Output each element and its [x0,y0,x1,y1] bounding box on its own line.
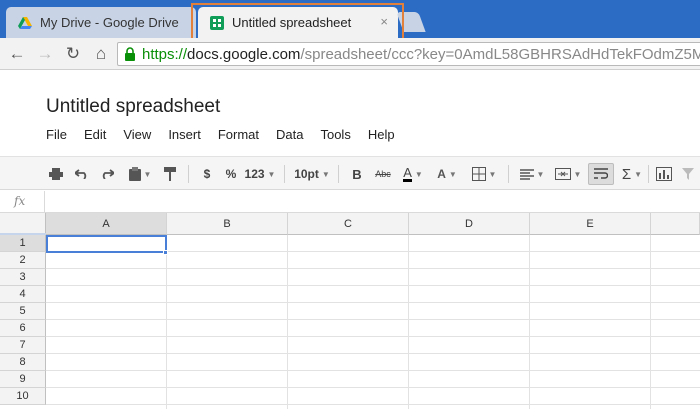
formula-bar: fx [0,191,700,213]
url-bar[interactable]: https:// docs.google.com /spreadsheet/cc… [117,42,700,66]
formatting-toolbar: ▼ $ % 123 ▼ 10pt ▼ B Abc A ▼ A ▼ ▼ ▼ ▼ Σ ▼ [0,156,700,190]
align-left-icon[interactable]: ▼ [516,163,548,185]
number-format-label: 123 [244,167,265,181]
grid-column-line [529,235,530,409]
grid-column-line [166,235,167,409]
formula-bar-divider [44,191,45,213]
toolbar-separator [188,165,189,183]
tab-title: My Drive - Google Drive [40,15,179,30]
font-size-dropdown[interactable]: 10pt ▼ [293,163,331,185]
filter-icon[interactable] [680,163,696,185]
row-header-8[interactable]: 8 [0,354,46,371]
lock-icon [125,47,135,61]
url-scheme: https:// [142,45,188,63]
google-drive-icon [18,16,32,29]
text-color-button[interactable]: A ▼ [398,163,428,185]
font-size-label: 10pt [294,167,319,181]
strikethrough-button[interactable]: Abc [372,163,394,185]
grid-row-line [46,370,700,371]
number-format-dropdown[interactable]: 123 ▼ [244,163,276,185]
row-header-7[interactable]: 7 [0,337,46,354]
menu-data[interactable]: Data [276,127,303,142]
select-all-corner[interactable] [0,213,46,235]
row-header-10[interactable]: 10 [0,388,46,405]
column-header-f[interactable] [651,213,700,235]
toolbar-separator [508,165,509,183]
menu-tools[interactable]: Tools [320,127,350,142]
column-header-a[interactable]: A [46,213,167,235]
document-title[interactable]: Untitled spreadsheet [46,96,220,118]
borders-icon[interactable]: ▼ [468,163,500,185]
grid-column-line [650,235,651,409]
grid-row-line [46,404,700,405]
row-header-3[interactable]: 3 [0,269,46,286]
tab-my-drive[interactable]: My Drive - Google Drive [6,7,196,38]
wrap-text-icon[interactable] [588,163,614,185]
fill-color-button[interactable]: A ▼ [434,163,460,185]
row-header-1[interactable]: 1 [0,235,46,252]
menu-view[interactable]: View [123,127,151,142]
menu-format[interactable]: Format [218,127,259,142]
column-header-b[interactable]: B [167,213,288,235]
text-color-icon: A [403,165,412,182]
sigma-icon: Σ [621,165,632,183]
redo-icon[interactable] [97,163,117,185]
fill-handle[interactable] [163,250,168,255]
grid-column-line [287,235,288,409]
grid-row-line [46,268,700,269]
fx-icon: fx [14,194,26,208]
percent-format-button[interactable]: % [222,163,240,185]
functions-button[interactable]: Σ ▼ [618,163,646,185]
print-icon[interactable] [46,163,66,185]
bold-button[interactable]: B [348,163,366,185]
row-header-4[interactable]: 4 [0,286,46,303]
toolbar-separator [648,165,649,183]
row-header-9[interactable]: 9 [0,371,46,388]
forward-arrow-icon[interactable]: → [34,44,56,64]
grid-row-line [46,336,700,337]
back-arrow-icon[interactable]: ← [6,44,28,64]
row-header-2[interactable]: 2 [0,252,46,269]
menu-bar: File Edit View Insert Format Data Tools … [46,127,412,142]
chart-icon[interactable] [654,163,674,185]
address-toolbar: ← → ↻ ⌂ https:// docs.google.com /spread… [0,38,700,70]
paint-format-icon[interactable] [160,163,180,185]
active-cell-a1[interactable] [46,235,167,253]
grid-row-line [46,353,700,354]
reload-icon[interactable]: ↻ [62,44,84,64]
tab-highlight-box [191,3,404,43]
column-header-d[interactable]: D [409,213,530,235]
toolbar-separator [284,165,285,183]
url-path: /spreadsheet/ccc?key=0AmdL58GBHRSAdHdTek… [300,45,700,63]
column-header-e[interactable]: E [530,213,651,235]
column-header-c[interactable]: C [288,213,409,235]
undo-icon[interactable] [72,163,92,185]
grid-column-line [408,235,409,409]
grid-row-line [46,285,700,286]
grid-row-line [46,319,700,320]
merge-cells-icon[interactable]: ▼ [552,163,584,185]
grid-row-line [46,302,700,303]
spreadsheet-grid: A B C D E 1 2 3 4 5 6 7 8 9 10 [0,213,700,409]
menu-insert[interactable]: Insert [168,127,201,142]
fill-color-icon: A [437,167,446,181]
menu-help[interactable]: Help [368,127,395,142]
menu-edit[interactable]: Edit [84,127,106,142]
grid-row-line [46,387,700,388]
clipboard-icon[interactable]: ▼ [124,163,156,185]
menu-file[interactable]: File [46,127,67,142]
url-host: docs.google.com [187,45,301,63]
currency-format-button[interactable]: $ [198,163,216,185]
row-header-5[interactable]: 5 [0,303,46,320]
toolbar-separator [338,165,339,183]
row-header-6[interactable]: 6 [0,320,46,337]
formula-input[interactable] [46,191,700,213]
home-icon[interactable]: ⌂ [90,44,112,64]
